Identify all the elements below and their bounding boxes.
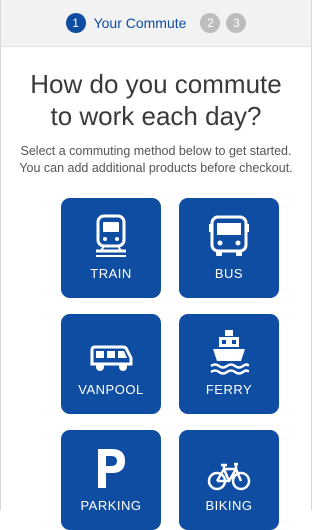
bus-icon (209, 212, 249, 260)
step-2-number: 2 (200, 13, 221, 33)
step-2: 2 (200, 13, 221, 33)
ferry-option-label: FERRY (205, 382, 253, 397)
parking-option-button[interactable]: PARKING (61, 430, 161, 530)
vanpool-option-label: VANPOOL (78, 382, 144, 397)
bus-option-label: BUS (214, 266, 244, 281)
train-option-button[interactable]: TRAIN (61, 198, 161, 298)
step-1: 1 Your Commute (65, 13, 195, 33)
step-3-number: 3 (226, 13, 247, 33)
ferry-option-button[interactable]: FERRY (179, 314, 279, 414)
vanpool-option-button[interactable]: VANPOOL (61, 314, 161, 414)
bicycle-icon (207, 444, 251, 492)
bus-option-button[interactable]: BUS (179, 198, 279, 298)
biking-option-label: BIKING (205, 498, 253, 513)
step-1-label: Your Commute (93, 15, 187, 31)
page-subtitle: Select a commuting method below to get s… (19, 144, 293, 175)
biking-option-button[interactable]: BIKING (179, 430, 279, 530)
parking-icon (94, 444, 128, 492)
step-1-number: 1 (65, 13, 86, 33)
parking-option-label: PARKING (80, 498, 142, 513)
progress-stepper: 1 Your Commute 2 3 (1, 0, 311, 47)
ferry-icon (209, 328, 249, 376)
van-icon (89, 328, 133, 376)
train-icon (94, 212, 128, 260)
page-title: How do you commute to work each day? (30, 69, 282, 131)
step-3: 3 (226, 13, 247, 33)
train-option-label: TRAIN (90, 266, 132, 281)
